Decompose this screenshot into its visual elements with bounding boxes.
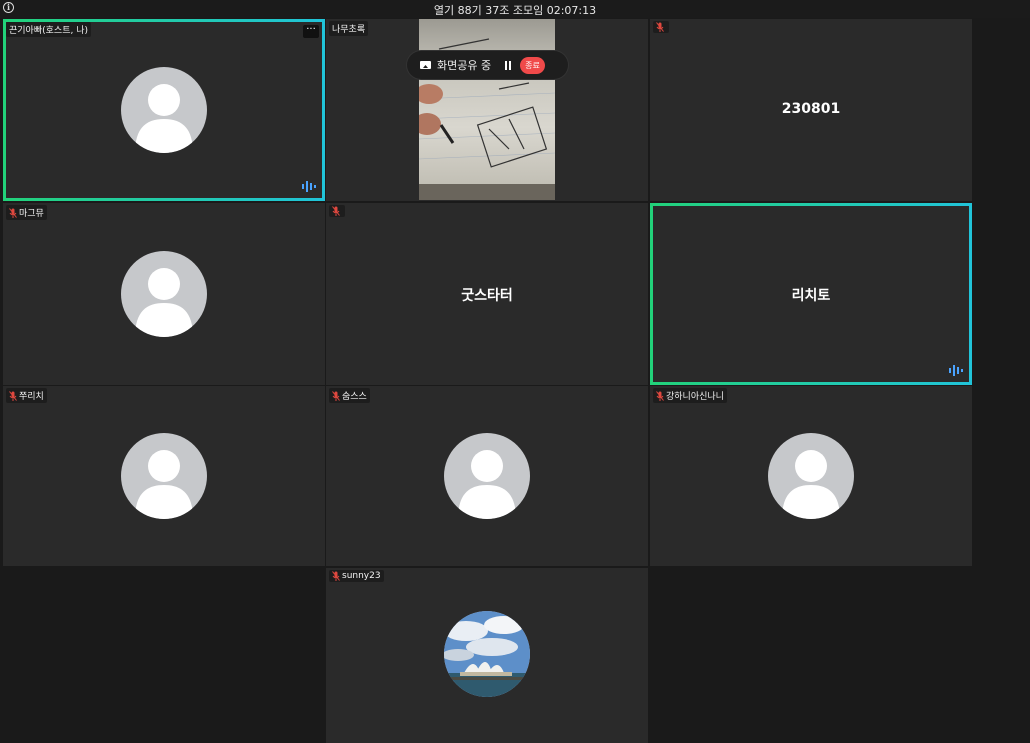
participant-tile-jjurichi[interactable]: 쭈리치 <box>3 386 325 566</box>
mic-off-icon <box>656 22 664 32</box>
profile-photo <box>444 610 530 697</box>
participant-tile-ganghani[interactable]: 강하니아신나니 <box>650 386 972 566</box>
participant-name <box>653 21 669 33</box>
participant-tile-goodstarter[interactable]: 굿스타터 <box>326 203 648 385</box>
meeting-title: 열기 88기 37조 조모임 02:07:13 <box>433 4 597 17</box>
avatar <box>121 433 207 519</box>
pause-icon[interactable] <box>505 60 512 70</box>
participant-name: 마그뮤 <box>6 205 47 220</box>
end-share-button[interactable]: 종료 <box>520 56 545 74</box>
avatar <box>444 433 530 519</box>
more-options-icon[interactable]: ··· <box>303 25 319 38</box>
participant-name: 나무초록 <box>329 21 369 36</box>
participant-tile-screenshare[interactable]: 나무초록 <box>326 19 648 201</box>
avatar <box>121 67 207 153</box>
participant-name: sunny23 <box>329 570 384 582</box>
participant-name: 끈기아빠(호스트, 나) <box>6 22 91 37</box>
participant-name: 강하니아신나니 <box>653 388 727 403</box>
participant-tile-magumyu[interactable]: 마그뮤 <box>3 203 325 385</box>
mic-off-icon <box>9 207 17 218</box>
meeting-header: i 열기 88기 37조 조모임 02:07:13 <box>0 0 1030 18</box>
screen-share-bar: 화면공유 중 종료 <box>407 51 568 79</box>
display-name: 리치토 <box>791 288 831 304</box>
avatar <box>768 433 854 519</box>
participant-name: 쭈리치 <box>6 388 47 403</box>
speaking-indicator-icon <box>302 181 316 192</box>
participant-tile-host[interactable]: 끈기아빠(호스트, 나) ··· <box>3 19 325 201</box>
mic-off-icon <box>332 206 340 216</box>
participant-tile-richito[interactable]: 리치토 <box>650 203 972 385</box>
shared-video <box>419 19 555 200</box>
participant-tile-sumseuseu[interactable]: 숨스스 <box>326 386 648 566</box>
display-name: 굿스타터 <box>461 288 513 304</box>
mic-off-icon <box>332 571 340 581</box>
screen-share-status: 화면공유 중 <box>437 59 492 72</box>
speaking-indicator-icon <box>949 365 963 376</box>
screen-share-icon <box>420 60 431 69</box>
mic-off-icon <box>9 390 17 401</box>
participant-name <box>329 205 345 217</box>
mic-off-icon <box>332 390 340 401</box>
mic-off-icon <box>656 390 664 401</box>
participant-tile-230801[interactable]: 230801 <box>650 19 972 201</box>
participant-tile-sunny23[interactable]: sunny23 <box>326 568 648 743</box>
avatar <box>121 251 207 337</box>
participant-name: 숨스스 <box>329 388 370 403</box>
display-name: 230801 <box>781 101 841 117</box>
